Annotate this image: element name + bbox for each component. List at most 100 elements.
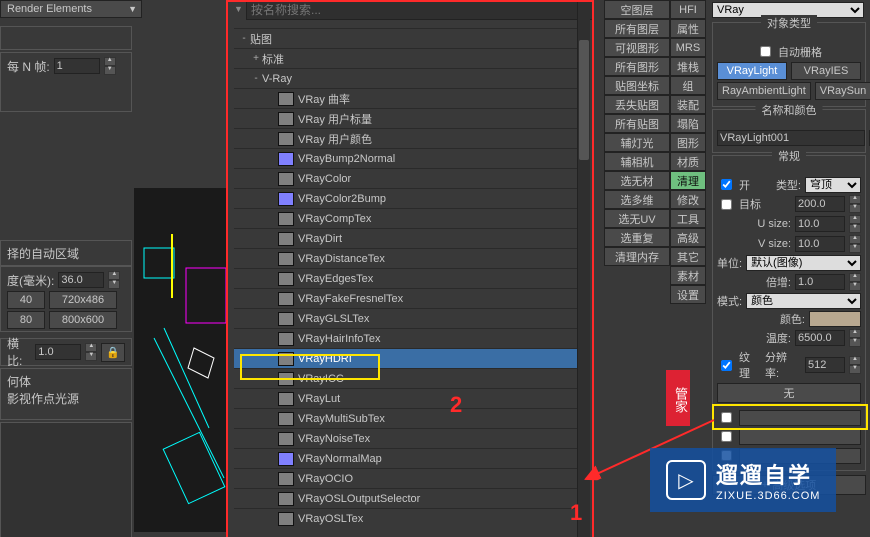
unit-select[interactable]: 默认(图像) [746, 255, 861, 271]
tool-button[interactable]: 高级 [670, 228, 706, 247]
tree-node[interactable]: VRayNoiseTex [234, 428, 582, 448]
tool-button[interactable]: 辅灯光 [604, 133, 670, 152]
render-elements-rollout[interactable]: Render Elements ▼ [0, 0, 142, 18]
tool-button[interactable]: 工具 [670, 209, 706, 228]
scrollbar[interactable] [577, 0, 590, 537]
spinner-down-icon[interactable]: ▼ [108, 280, 120, 289]
map-slot-button[interactable] [739, 410, 861, 426]
mode-select[interactable]: 颜色 [746, 293, 861, 309]
tool-button[interactable]: 组 [670, 76, 706, 95]
map-slot-button[interactable] [739, 429, 861, 445]
vraylight-button[interactable]: VRayLight [717, 62, 787, 80]
tree-node[interactable]: VRayColor [234, 168, 582, 188]
tool-button[interactable]: 辅相机 [604, 152, 670, 171]
tree-node[interactable]: VRayICC [234, 368, 582, 388]
tool-button[interactable]: 清理 [670, 171, 706, 190]
tree-node[interactable]: VRayEdgesTex [234, 268, 582, 288]
viewport[interactable] [134, 188, 240, 532]
spinner-up-icon[interactable]: ▲ [104, 57, 116, 66]
tool-button[interactable]: 所有图层 [604, 19, 670, 38]
tool-button[interactable]: 空图层 [604, 0, 670, 19]
vrayies-button[interactable]: VRayIES [791, 62, 861, 80]
tool-button[interactable]: 堆栈 [670, 57, 706, 76]
on-checkbox[interactable] [721, 179, 732, 190]
aspect-input[interactable] [35, 344, 81, 360]
tree-node[interactable]: VRayHDRI [234, 348, 582, 368]
tree-node[interactable]: -V-Ray [234, 68, 582, 88]
vrayambient-button[interactable]: RayAmbientLight [717, 82, 811, 100]
scroll-thumb[interactable] [579, 40, 589, 160]
tool-button[interactable]: 清理内存 [604, 247, 670, 266]
object-name-input[interactable] [717, 130, 865, 146]
tree-node[interactable]: VRayMultiSubTex [234, 408, 582, 428]
tool-button[interactable]: 其它 [670, 247, 706, 266]
tool-button[interactable]: 选无UV [604, 209, 670, 228]
tool-button[interactable]: 丢失贴图 [604, 95, 670, 114]
dropdown-icon[interactable]: ▼ [234, 4, 243, 14]
tree-node[interactable]: VRayFakeFresnelTex [234, 288, 582, 308]
tree-node[interactable]: VRayDirt [234, 228, 582, 248]
tree-node[interactable]: VRay 曲率 [234, 88, 582, 108]
autogrid-checkbox[interactable] [760, 46, 771, 57]
texture-slot-button[interactable]: 无 [717, 383, 861, 403]
spinner-down-icon[interactable]: ▼ [85, 352, 97, 361]
spinner-down-icon[interactable]: ▼ [104, 66, 116, 75]
target-checkbox[interactable] [721, 199, 732, 210]
tool-button[interactable]: 选无材 [604, 171, 670, 190]
target-input[interactable] [795, 196, 845, 212]
multiplier-input[interactable] [795, 274, 845, 290]
tool-button[interactable]: 所有图形 [604, 57, 670, 76]
width-input[interactable] [58, 272, 104, 288]
tool-button[interactable]: 材质 [670, 152, 706, 171]
tool-button[interactable]: 可视图形 [604, 38, 670, 57]
tree-node[interactable]: +标准 [234, 48, 582, 68]
tool-button[interactable]: 装配 [670, 95, 706, 114]
search-input[interactable] [246, 0, 594, 20]
preset-button[interactable]: 80 [7, 311, 45, 329]
usize-input[interactable] [795, 216, 845, 232]
tool-button[interactable]: 选重复 [604, 228, 670, 247]
texture-checkbox[interactable] [721, 360, 732, 371]
tree-node[interactable]: VRay 用户颜色 [234, 128, 582, 148]
spinner-up-icon[interactable]: ▲ [849, 195, 861, 204]
tool-button[interactable]: 属性 [670, 19, 706, 38]
vraysun-button[interactable]: VRaySun [815, 82, 870, 100]
tool-button[interactable]: 设置 [670, 285, 706, 304]
spinner-up-icon[interactable]: ▲ [108, 271, 120, 280]
tool-button[interactable]: 修改 [670, 190, 706, 209]
tree-node[interactable]: VRayNormalMap [234, 448, 582, 468]
temperature-input[interactable] [795, 330, 845, 346]
tree-node[interactable]: VRayDistanceTex [234, 248, 582, 268]
lock-icon[interactable]: 🔒 [101, 343, 125, 362]
tree-node[interactable]: -贴图 [234, 28, 582, 48]
color-swatch[interactable] [809, 311, 861, 327]
tree-node[interactable]: VRayOSLOutputSelector [234, 488, 582, 508]
tree-node[interactable]: VRayOSLTex [234, 508, 582, 528]
tree-node[interactable]: VRay 用户标量 [234, 108, 582, 128]
tree-node[interactable]: VRayBump2Normal [234, 148, 582, 168]
type-select[interactable]: 穹顶 [805, 177, 861, 193]
tree-node[interactable]: VRayCompTex [234, 208, 582, 228]
guanjia-tag[interactable]: 管家 [666, 370, 690, 426]
tool-button[interactable]: 选多维 [604, 190, 670, 209]
tool-button[interactable]: 贴图坐标 [604, 76, 670, 95]
preset-button[interactable]: 800x600 [49, 311, 117, 329]
tool-button[interactable]: 塌陷 [670, 114, 706, 133]
nth-frame-input[interactable] [54, 58, 100, 74]
tree-node[interactable]: VRayLut [234, 388, 582, 408]
tool-button[interactable]: 图形 [670, 133, 706, 152]
tree-node[interactable]: VRayOCIO [234, 468, 582, 488]
resolution-input[interactable] [805, 357, 845, 373]
tree-node[interactable]: VRayColor2Bump [234, 188, 582, 208]
tool-button[interactable]: HFI [670, 0, 706, 19]
spinner-up-icon[interactable]: ▲ [85, 343, 97, 352]
preset-button[interactable]: 40 [7, 291, 45, 309]
vsize-input[interactable] [795, 236, 845, 252]
tool-button[interactable]: 所有贴图 [604, 114, 670, 133]
preset-button[interactable]: 720x486 [49, 291, 117, 309]
tree-node[interactable]: VRayHairInfoTex [234, 328, 582, 348]
spinner-down-icon[interactable]: ▼ [849, 204, 861, 213]
tool-button[interactable]: MRS [670, 38, 706, 57]
tool-button[interactable]: 素材 [670, 266, 706, 285]
tree-node[interactable]: VRayGLSLTex [234, 308, 582, 328]
